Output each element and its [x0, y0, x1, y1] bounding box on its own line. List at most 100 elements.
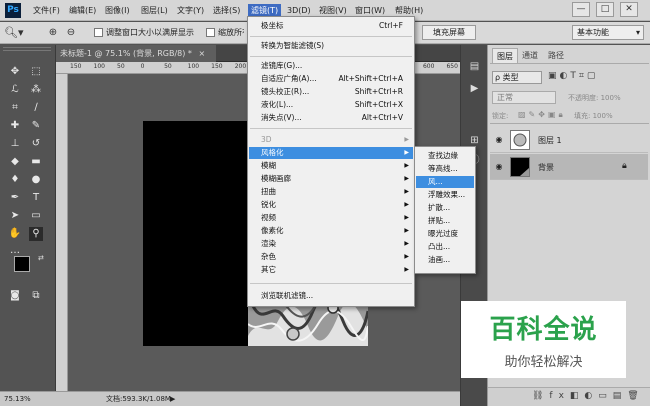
pen-tool-icon[interactable]: ✒	[8, 191, 22, 205]
filter-icons[interactable]: ▣◐T⌗▢	[548, 71, 598, 81]
quick-mask-icon[interactable]: ◙	[8, 289, 22, 303]
hand-tool-icon[interactable]: ✋	[8, 227, 22, 241]
layer-filter-select[interactable]: ρ 类型	[492, 71, 542, 84]
type-tool-icon[interactable]: T	[29, 191, 43, 205]
workspace-select[interactable]: 基本功能 ▾	[572, 25, 644, 40]
dodge-tool-icon[interactable]: ●	[29, 173, 43, 187]
tab-close-icon[interactable]: ×	[198, 49, 205, 58]
3d-submenu-item[interactable]: 3D ▶	[249, 134, 413, 146]
fill-screen-button[interactable]: 填充屏幕	[422, 25, 476, 40]
zoom-in-icon[interactable]: ⊕	[46, 26, 60, 40]
rectangle-tool-icon[interactable]: ▭	[29, 209, 43, 223]
status-arrow-icon[interactable]: ▶	[170, 392, 175, 406]
path-selection-icon[interactable]: ➤	[8, 209, 22, 223]
trace-contour-item[interactable]: 等高线...	[416, 163, 474, 175]
layer-row[interactable]: ◉ 图层 1	[490, 127, 648, 153]
layer-thumbnail-graphic	[520, 168, 529, 176]
tab-channels[interactable]: 通道	[518, 48, 542, 63]
stylize-submenu-item[interactable]: 风格化 ▶	[249, 147, 413, 159]
browse-filters-online-item[interactable]: 浏览联机滤镜...	[249, 290, 413, 302]
vanishing-point-item[interactable]: 消失点(V)... Alt+Ctrl+V	[249, 112, 413, 124]
diffuse-item[interactable]: 扩散...	[416, 202, 474, 214]
history-panel-icon[interactable]: ▤	[467, 59, 482, 74]
layer-row[interactable]: ◉ 背景 🔒︎	[490, 154, 648, 180]
filter-last-item[interactable]: 极坐标 Ctrl+F	[249, 20, 413, 32]
filter-menu: 极坐标 Ctrl+F 转换为智能滤镜(S) 滤镜库(G)... 自适应广角(A).…	[247, 16, 415, 307]
menu-type[interactable]: 文字(Y)	[174, 4, 207, 18]
swap-colors-icon[interactable]: ⇄	[38, 254, 44, 262]
zoom-out-icon[interactable]: ⊖	[64, 26, 78, 40]
healing-brush-icon[interactable]: ✚	[8, 119, 22, 133]
menu-select[interactable]: 选择(S)	[210, 4, 243, 18]
zoom-tool-icon[interactable]: 🔍︎▾	[4, 26, 34, 40]
tab-layers[interactable]: 图层	[492, 48, 518, 63]
blend-mode-select[interactable]: 正常	[492, 91, 556, 104]
menu-layer[interactable]: 图层(L)	[138, 4, 171, 18]
emboss-item[interactable]: 浮雕效果...	[416, 189, 474, 201]
menu-image[interactable]: 图像(I)	[102, 4, 133, 18]
toolbar-grip[interactable]	[3, 47, 51, 51]
menu-item-shortcut: Shift+Ctrl+X	[354, 100, 403, 109]
lock-icons[interactable]: ▨✎✥▣🔒︎	[518, 110, 566, 120]
foreground-color-swatch[interactable]	[14, 256, 30, 272]
blur-tool-icon[interactable]: ♦	[8, 173, 22, 187]
actions-panel-icon[interactable]: ▶	[467, 81, 482, 96]
zoom-tool-icon[interactable]: ⚲	[29, 227, 43, 241]
close-button[interactable]: ✕	[620, 2, 638, 17]
resize-windows-checkbox[interactable]	[94, 28, 103, 37]
convert-smart-filter-item[interactable]: 转换为智能滤镜(S)	[249, 40, 413, 52]
tiles-item[interactable]: 拼贴...	[416, 215, 474, 227]
gradient-tool-icon[interactable]: ▬	[29, 155, 43, 169]
adaptive-wide-angle-item[interactable]: 自适应广角(A)... Alt+Shift+Ctrl+A	[249, 73, 413, 85]
other-submenu-item[interactable]: 其它 ▶	[249, 264, 413, 276]
marquee-tool-icon[interactable]: ⬚	[29, 65, 43, 79]
liquify-item[interactable]: 液化(L)... Shift+Ctrl+X	[249, 99, 413, 111]
noise-submenu-item[interactable]: 杂色 ▶	[249, 251, 413, 263]
eye-icon[interactable]: ◉	[494, 162, 504, 172]
layer-actions-icons[interactable]: ⛓fx◧◐▭▤🗑︎	[532, 391, 645, 401]
find-edges-item[interactable]: 查找边缘	[416, 150, 474, 162]
submenu-arrow-icon: ▶	[404, 253, 409, 260]
pixelate-submenu-item[interactable]: 像素化 ▶	[249, 225, 413, 237]
move-tool-icon[interactable]: ✥	[8, 65, 22, 79]
submenu-arrow-icon: ▶	[404, 188, 409, 195]
opacity-field[interactable]: 不透明度: 100%	[568, 93, 621, 103]
submenu-arrow-icon: ▶	[404, 201, 409, 208]
solarize-item[interactable]: 曝光过度	[416, 228, 474, 240]
brush-tool-icon[interactable]: ✎	[29, 119, 43, 133]
eraser-tool-icon[interactable]: ◆	[8, 155, 22, 169]
menu-edit[interactable]: 编辑(E)	[66, 4, 99, 18]
menu-item-label: 扭曲	[261, 187, 276, 196]
crop-tool-icon[interactable]: ⌗	[8, 101, 22, 115]
vertical-ruler	[56, 74, 68, 391]
screen-mode-icon[interactable]: ⧉	[29, 289, 43, 303]
fill-field[interactable]: 填充: 100%	[574, 111, 613, 121]
menu-file[interactable]: 文件(F)	[30, 4, 63, 18]
filter-gallery-item[interactable]: 滤镜库(G)...	[249, 60, 413, 72]
lasso-tool-icon[interactable]: ℒ	[8, 83, 22, 97]
document-tab[interactable]: 未标题-1 @ 75.1% (背景, RGB/8) * ×	[56, 45, 216, 62]
sharpen-submenu-item[interactable]: 锐化 ▶	[249, 199, 413, 211]
stamp-tool-icon[interactable]: ⊥	[8, 137, 22, 151]
history-brush-icon[interactable]: ↺	[29, 137, 43, 151]
layers-footer: ⛓fx◧◐▭▤🗑︎	[488, 387, 650, 406]
blur-gallery-submenu-item[interactable]: 模糊画廊 ▶	[249, 173, 413, 185]
magic-wand-tool-icon[interactable]: ⁂	[29, 83, 43, 97]
extrude-item[interactable]: 凸出...	[416, 241, 474, 253]
chevron-down-icon: ▾	[635, 28, 640, 37]
render-submenu-item[interactable]: 渲染 ▶	[249, 238, 413, 250]
minimize-button[interactable]: —	[572, 2, 590, 17]
eye-icon[interactable]: ◉	[494, 135, 504, 145]
maximize-button[interactable]: □	[596, 2, 614, 17]
wind-item[interactable]: 风...	[416, 176, 474, 188]
zoom-all-checkbox[interactable]	[206, 28, 215, 37]
video-submenu-item[interactable]: 视频 ▶	[249, 212, 413, 224]
lens-correction-item[interactable]: 镜头校正(R)... Shift+Ctrl+R	[249, 86, 413, 98]
tab-paths[interactable]: 路径	[544, 48, 568, 63]
eyedropper-tool-icon[interactable]: ∕	[29, 101, 43, 115]
oil-paint-item[interactable]: 油画...	[416, 254, 474, 266]
zoom-level[interactable]: 75.13%	[4, 392, 31, 406]
distort-submenu-item[interactable]: 扭曲 ▶	[249, 186, 413, 198]
panel-divider	[490, 123, 649, 124]
blur-submenu-item[interactable]: 模糊 ▶	[249, 160, 413, 172]
